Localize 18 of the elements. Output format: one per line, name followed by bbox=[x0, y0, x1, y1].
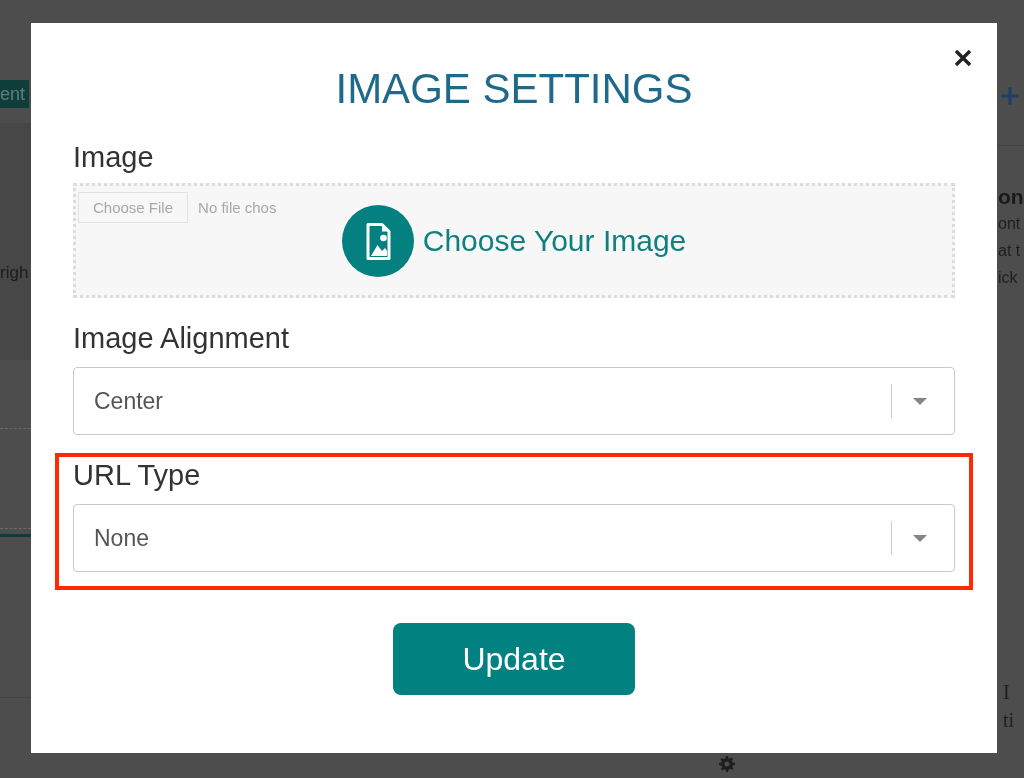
upload-prompt[interactable]: Choose Your Image bbox=[422, 223, 687, 258]
field-label: Image Alignment bbox=[73, 322, 290, 354]
file-status-text: No file chos bbox=[198, 199, 277, 216]
plus-icon[interactable] bbox=[1000, 86, 1020, 106]
dropdown-select[interactable]: None bbox=[73, 504, 955, 572]
close-button[interactable] bbox=[954, 49, 972, 67]
field-label: Image bbox=[73, 141, 155, 173]
image-file-icon bbox=[341, 204, 414, 277]
caret-icon bbox=[913, 397, 927, 405]
close-icon bbox=[954, 49, 972, 67]
upload-dropzone[interactable]: Choose File No file chos Choose Your Image bbox=[73, 183, 955, 298]
update-button[interactable]: Update bbox=[393, 623, 635, 695]
field-label: URL Type bbox=[73, 459, 202, 491]
tag-label: ent bbox=[0, 80, 29, 108]
dialog-title: IMAGE SETTINGS bbox=[334, 66, 694, 112]
dropdown-select[interactable]: Center bbox=[73, 367, 955, 435]
gear-icon[interactable] bbox=[719, 756, 735, 772]
caret-icon bbox=[913, 534, 927, 542]
